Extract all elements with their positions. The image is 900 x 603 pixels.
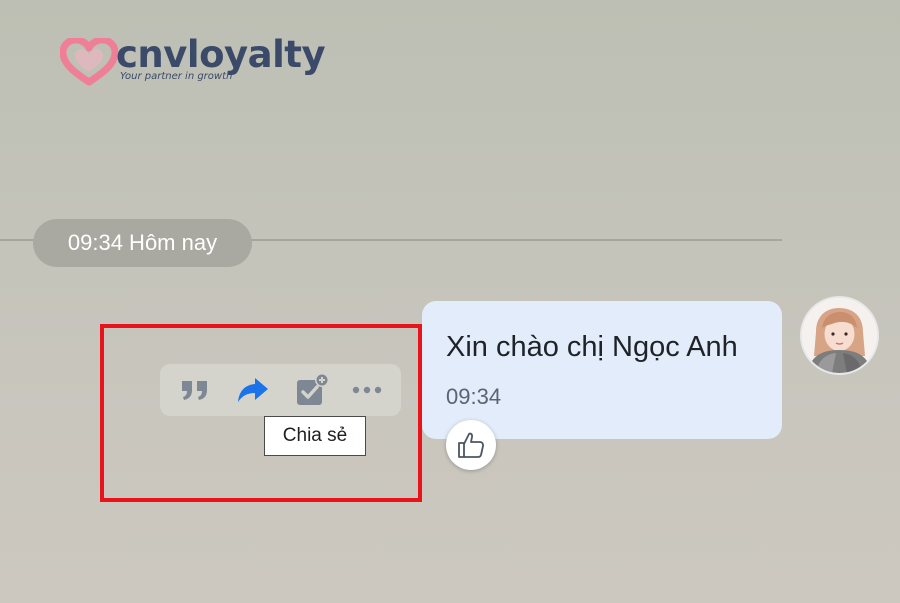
cnvloyalty-logo: cnvloyalty Your partner in growth <box>60 33 330 86</box>
todo-add-icon <box>297 373 329 405</box>
like-reaction-button[interactable] <box>446 420 496 470</box>
avatar-photo-icon <box>802 298 877 373</box>
share-forward-icon <box>238 378 268 402</box>
message-bubble[interactable]: Xin chào chị Ngọc Anh 09:34 <box>422 301 782 439</box>
add-todo-button[interactable] <box>294 372 330 408</box>
message-time: 09:34 <box>446 384 502 409</box>
message-text: Xin chào chị Ngọc Anh <box>446 331 738 363</box>
heart-logo-icon <box>60 38 118 86</box>
logo-tagline: Your partner in growth <box>120 71 233 82</box>
user-avatar[interactable] <box>802 298 877 373</box>
message-action-toolbar <box>160 364 401 416</box>
share-tooltip: Chia sẻ <box>264 416 366 456</box>
tooltip-label: Chia sẻ <box>282 425 348 446</box>
more-icon <box>352 386 382 394</box>
time-separator-chip: 09:34 Hôm nay <box>33 219 252 267</box>
more-options-button[interactable] <box>349 372 385 408</box>
quote-button[interactable] <box>177 372 213 408</box>
thumbs-up-icon <box>458 432 484 458</box>
share-button[interactable] <box>235 372 271 408</box>
time-separator-label: 09:34 Hôm nay <box>67 230 218 255</box>
quote-icon <box>182 381 207 400</box>
